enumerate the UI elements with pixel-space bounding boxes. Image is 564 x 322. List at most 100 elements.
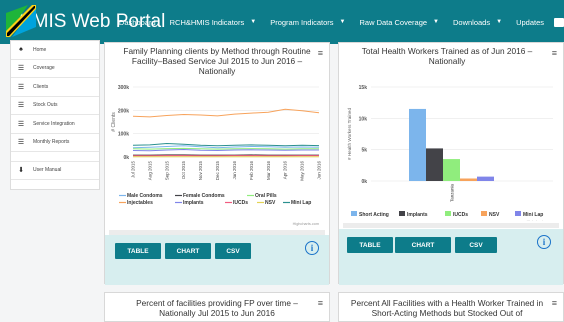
tanzania-flag-logo [0, 0, 19, 44]
chat-icon[interactable] [554, 18, 564, 27]
bar [409, 109, 426, 181]
x-tick-label: Aug 2015 [147, 161, 152, 181]
nav-dashboard-label: Dashboard [119, 18, 156, 27]
panel-percent-facilities-fp: Percent of facilities providing FP over … [104, 292, 330, 322]
legend-label: Female Condoms [183, 193, 225, 199]
legend-label: Implants [407, 212, 428, 218]
legend-label: Male Condoms [127, 193, 163, 199]
legend-label: Injectables [127, 200, 153, 206]
series-line [133, 144, 319, 146]
list-icon: ☰ [17, 138, 25, 146]
sidebar-item-clients[interactable]: ☰Clients [11, 78, 99, 97]
sidebar-item-service-integration[interactable]: ☰ Service Integration [11, 115, 99, 134]
chart-title: Percent of facilities providing FP over … [105, 298, 329, 318]
table-button[interactable]: TABLE [115, 243, 161, 259]
nav-downloads-label: Downloads [453, 18, 490, 27]
caret-down-icon: ▼ [340, 19, 346, 25]
nav-raw-data-coverage[interactable]: Raw Data Coverage▼ [360, 18, 440, 27]
chart-menu-icon[interactable]: ≡ [552, 298, 557, 308]
chart-title: Family Planning clients by Method throug… [105, 46, 329, 76]
y-tick-label: 0k [123, 155, 129, 161]
nav-downloads[interactable]: Downloads ▼ [453, 18, 502, 27]
y-tick-label: 200k [118, 108, 129, 114]
caret-down-icon: ▼ [433, 19, 439, 25]
x-tick-label: Apr 2016 [283, 161, 288, 180]
sidebar-item-label: Service Integration [33, 121, 75, 127]
y-tick-label: 0k [361, 179, 367, 185]
y-tick-label: 5k [361, 148, 367, 154]
nav-updates[interactable]: Updates [516, 18, 544, 27]
panel-footer: TABLE CHART CSV i [105, 235, 329, 285]
x-tick-label: May 2016 [300, 161, 305, 181]
panel-health-workers: Total Health Workers Trained as of Jun 2… [338, 42, 564, 284]
x-tick-label: Feb 2016 [249, 161, 254, 181]
csv-button[interactable]: CSV [455, 237, 497, 253]
legend-swatch [351, 211, 357, 216]
csv-button[interactable]: CSV [215, 243, 251, 259]
download-icon: ⬇ [17, 166, 25, 174]
x-tick-label: Sep 2015 [164, 161, 169, 181]
info-icon[interactable]: i [305, 241, 319, 255]
legend-label: Implants [183, 200, 204, 206]
legend-label: Mini Lap [291, 200, 311, 206]
chart-menu-icon[interactable]: ≡ [318, 298, 323, 308]
sidebar-item-stock-outs[interactable]: ☰Stock Outs [11, 97, 99, 116]
list-icon: ☰ [17, 64, 25, 72]
credit-text: Highcharts.com [527, 220, 553, 221]
legend-swatch [399, 211, 405, 216]
caret-down-icon: ▼ [250, 19, 256, 25]
sidebar-item-coverage[interactable]: ☰ Coverage [11, 60, 99, 79]
bar [460, 178, 477, 181]
nav-program-label: Program Indicators [270, 18, 333, 27]
legend-label: NSV [489, 212, 500, 218]
nav-rch-hmis-indicators[interactable]: RCH&HMIS Indicators ▼ [170, 18, 257, 27]
nav-dashboard[interactable]: Dashboard [119, 18, 156, 27]
list-icon: ☰ [17, 101, 25, 109]
sidebar: ♠Home ☰Coverage ☰Clients ☰Stock Outs ☰Se… [10, 40, 100, 190]
bar-chart: 15k10k5k0k# Health Workers TrainedTanzan… [341, 71, 563, 221]
panel-fp-clients: Family Planning clients by Method throug… [104, 42, 330, 284]
sidebar-item-user-manual[interactable]: ⬇ User Manual [11, 161, 99, 180]
sidebar-item-home[interactable]: ♠Home [11, 41, 99, 60]
nav-program-indicators[interactable]: Program Indicators ▼ [270, 18, 345, 27]
chart-menu-icon[interactable]: ≡ [552, 48, 557, 58]
sidebar-item-monthly-reports[interactable]: ☰ Monthly Reports [11, 134, 99, 153]
panel-percent-trained-stocked-out: Percent All Facilities with a Health Wor… [338, 292, 564, 322]
chart-menu-icon[interactable]: ≡ [318, 48, 323, 58]
sidebar-item-label: Coverage [33, 65, 55, 71]
legend-swatch [515, 211, 521, 216]
panel-footer: TABLE CHART CSV i [339, 229, 563, 285]
x-tick-label: Nov 2015 [198, 161, 203, 181]
legend-label: IUCDs [453, 212, 468, 218]
list-icon: ☰ [17, 120, 25, 128]
bar [477, 177, 494, 181]
main-nav: Dashboard RCH&HMIS Indicators ▼ Program I… [119, 18, 564, 27]
legend-label: IUCDs [233, 200, 248, 206]
horizontal-scrollbar[interactable] [343, 223, 559, 228]
top-navbar: HMIS Web Portal Dashboard RCH&HMIS Indic… [0, 0, 564, 44]
y-tick-label: 15k [359, 85, 368, 91]
chart-button[interactable]: CHART [165, 243, 211, 259]
x-tick-label: Jul 2015 [131, 161, 136, 179]
sidebar-item-label: User Manual [33, 167, 61, 173]
legend-label: Short Acting [359, 212, 389, 218]
chart-title: Percent All Facilities with a Health Wor… [339, 298, 563, 318]
series-line [133, 150, 319, 151]
nav-updates-label: Updates [516, 18, 544, 27]
x-tick-label: Tanzania [450, 184, 455, 203]
table-button[interactable]: TABLE [347, 237, 393, 253]
sidebar-item-label: Monthly Reports [33, 139, 69, 145]
info-icon[interactable]: i [537, 235, 551, 249]
legend-label: Mini Lap [523, 212, 543, 218]
home-icon: ♠ [17, 46, 25, 53]
line-chart: 300k200k100k0k# ClientsJul 2015Aug 2015S… [107, 79, 329, 229]
sidebar-item-label: Clients [33, 84, 48, 90]
chart-button[interactable]: CHART [395, 237, 451, 253]
nav-rch-label: RCH&HMIS Indicators [170, 18, 245, 27]
caret-down-icon: ▼ [496, 19, 502, 25]
x-tick-label: Dec 2015 [215, 161, 220, 181]
bar [426, 148, 443, 181]
y-tick-label: 300k [118, 85, 129, 91]
legend-label: Oral Pills [255, 193, 277, 199]
x-tick-label: Mar 2016 [266, 161, 271, 181]
